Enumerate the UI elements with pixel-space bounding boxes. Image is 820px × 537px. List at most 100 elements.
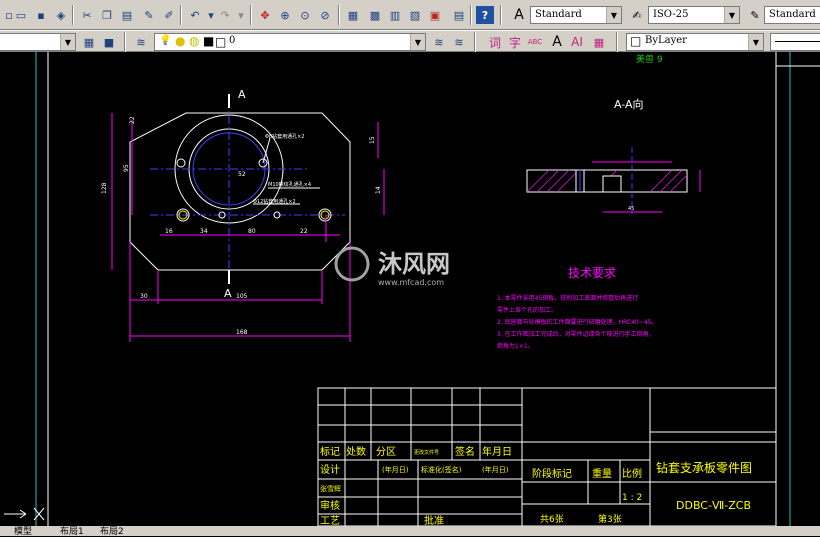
text-tool-icon[interactable]: ▦ xyxy=(590,33,608,51)
tb-header-6: 年月日 xyxy=(482,445,512,458)
dim-22-left: 22 xyxy=(129,116,136,124)
text-style-value: Standard xyxy=(535,9,582,20)
properties-icon[interactable]: ▦ xyxy=(344,6,362,24)
open-icon[interactable]: ▭ xyxy=(12,6,30,24)
markup-icon[interactable]: ▣ xyxy=(426,6,444,24)
dim-style-combo[interactable]: ISO-25 ▼ xyxy=(648,6,740,24)
dim-34: 34 xyxy=(200,228,208,235)
chevron-down-icon[interactable]: ▼ xyxy=(748,34,763,50)
tb-text-button-2[interactable]: 字 xyxy=(506,33,524,51)
tb-scale: 比例 xyxy=(622,467,642,480)
color-combo[interactable]: □ ByLayer ▼ xyxy=(626,33,764,51)
watermark-url: www.mfcad.com xyxy=(378,278,444,287)
copy-icon[interactable]: ❐ xyxy=(98,6,116,24)
separator xyxy=(250,5,252,25)
watermark-logo-icon xyxy=(334,246,370,282)
table-style-combo[interactable]: Standard xyxy=(764,6,820,24)
section-view-title: A-A向 xyxy=(614,97,644,111)
match-properties-icon[interactable]: ✎ xyxy=(140,6,158,24)
chevron-down-icon[interactable]: ▼ xyxy=(724,7,739,23)
section-label-bottom: A xyxy=(224,287,232,300)
table-style-icon[interactable]: ✎ xyxy=(746,6,764,24)
linetype-combo[interactable] xyxy=(770,33,820,51)
tb-drawing-name: 钻套支承板零件图 xyxy=(656,460,752,475)
layer-manager-icon[interactable]: ≋ xyxy=(132,33,150,51)
chevron-down-icon[interactable]: ▼ xyxy=(410,34,425,50)
standard-toolbar: ▫ ▭ ▪ ◈ ✂ ❐ ▤ ✎ ✐ ↶ ▾ ↷ ▾ ✥ ⊕ ⊙ ⊘ ▦ ▩ ▥ … xyxy=(0,0,820,30)
tool-palettes-icon[interactable]: ▥ xyxy=(386,6,404,24)
sun-icon[interactable]: ● xyxy=(175,34,185,48)
cut-icon[interactable]: ✂ xyxy=(78,6,96,24)
dim-16: 16 xyxy=(165,228,173,235)
separator xyxy=(338,5,340,25)
dim-52: 52 xyxy=(238,171,246,178)
tb-sign-date-1: (年月日) xyxy=(382,465,409,474)
qr-icon[interactable]: ▦ xyxy=(80,33,98,51)
text-style-combo[interactable]: Standard ▼ xyxy=(530,6,622,24)
layer-combo[interactable]: 💡 ● ◍ ■ □ 0 ▼ xyxy=(154,33,426,51)
hole-left-top xyxy=(176,158,186,168)
text-style-icon[interactable]: A xyxy=(510,6,528,24)
note-holes-2: M10螺纹孔通孔×4 xyxy=(268,181,311,188)
tb-header-1: 标记 xyxy=(320,446,340,458)
layout-tabs: 模型 布局1 布局2 xyxy=(0,524,820,537)
tb-row-review: 审核 xyxy=(320,499,340,512)
color-value: ByLayer xyxy=(645,35,687,46)
dim-style-icon[interactable]: ✍ xyxy=(628,6,646,24)
design-center-icon[interactable]: ▩ xyxy=(366,6,384,24)
separator xyxy=(616,32,618,52)
color-square-icon[interactable]: ■ xyxy=(203,34,214,48)
table-style-value: Standard xyxy=(769,9,816,20)
tb-row-design: 设计 xyxy=(320,463,340,476)
drawing-canvas[interactable]: 美兽 9 A A 105 168 30 80 34 16 22 128 95 1… xyxy=(0,52,820,526)
calculator-icon[interactable]: ▤ xyxy=(450,6,468,24)
zoom-realtime-icon[interactable]: ⊕ xyxy=(276,6,294,24)
tab-layout1[interactable]: 布局1 xyxy=(60,524,84,537)
dim-style-value: ISO-25 xyxy=(653,9,689,20)
tb-text-button-4[interactable]: AI xyxy=(568,33,586,51)
separator xyxy=(180,5,182,25)
chevron-down-icon[interactable]: ▼ xyxy=(60,34,75,50)
dim-45: 45 xyxy=(628,206,634,212)
tb-drawing-code: DDBC-Ⅶ-ZCB xyxy=(676,499,751,512)
dim-95: 95 xyxy=(123,164,130,172)
redo-dropdown-icon[interactable]: ▾ xyxy=(232,6,250,24)
dim-105: 105 xyxy=(236,293,248,300)
layer-previous-icon[interactable]: ≋ xyxy=(450,33,468,51)
tb-sign-std: 标准化(签名) xyxy=(421,465,462,474)
ucs-icon xyxy=(4,507,45,521)
plate-outline xyxy=(129,112,351,271)
sheet-set-icon[interactable]: ▧ xyxy=(406,6,424,24)
lightbulb-icon[interactable]: 💡 xyxy=(159,35,171,46)
tab-model[interactable]: 模型 xyxy=(14,524,32,537)
tb-text-button-1[interactable]: 词 xyxy=(486,33,504,51)
chevron-down-icon[interactable]: ▼ xyxy=(606,7,621,23)
block-editor-icon[interactable]: ✐ xyxy=(160,6,178,24)
dim-80: 80 xyxy=(248,228,256,235)
tech-note-4: 3. 在工作图加工完成后，对零件边缘各个棱进行手工倒角， xyxy=(497,330,655,338)
workspace-combo[interactable]: ▼ xyxy=(0,33,76,51)
tb-sheets-total: 共6张 xyxy=(540,514,564,525)
dark-square-icon[interactable]: ■ xyxy=(100,33,118,51)
zoom-previous-icon[interactable]: ⊘ xyxy=(316,6,334,24)
zoom-window-icon[interactable]: ⊙ xyxy=(296,6,314,24)
lock-icon[interactable]: ◍ xyxy=(189,34,199,48)
save-icon[interactable]: ▪ xyxy=(32,6,50,24)
linetype-line xyxy=(775,41,820,42)
layer-color-icon[interactable]: □ xyxy=(215,35,226,49)
dim-14: 14 xyxy=(375,186,382,194)
pan-icon[interactable]: ✥ xyxy=(256,6,274,24)
make-current-icon[interactable]: ≋ xyxy=(430,33,448,51)
plot-icon[interactable]: ◈ xyxy=(52,6,70,24)
help-icon[interactable]: ? xyxy=(476,6,494,24)
watermark-main: 沐风网 xyxy=(378,250,450,278)
paste-icon[interactable]: ▤ xyxy=(118,6,136,24)
dim-30: 30 xyxy=(140,293,148,300)
dim-22: 22 xyxy=(300,228,308,235)
tb-row-name: 张雪辉 xyxy=(320,484,341,493)
tb-header-3: 分区 xyxy=(376,446,396,458)
tb-text-button-3[interactable]: ABC xyxy=(526,33,544,51)
tb-big-a-icon[interactable]: A xyxy=(548,33,566,51)
tb-stage-mark: 阶段标记 xyxy=(532,467,572,480)
tab-layout2[interactable]: 布局2 xyxy=(100,524,124,537)
